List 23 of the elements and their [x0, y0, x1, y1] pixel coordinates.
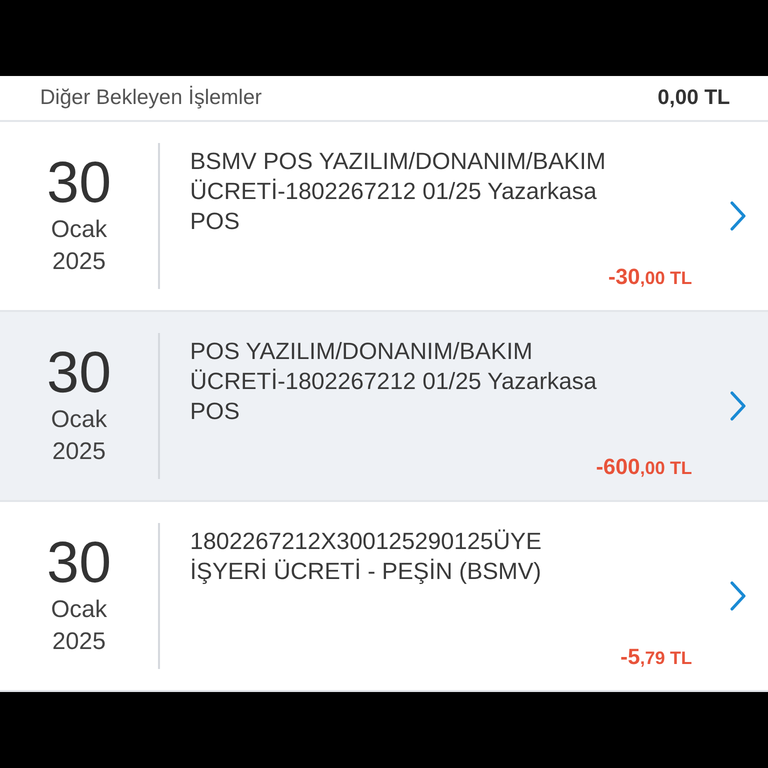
pending-label: Diğer Bekleyen İşlemler — [40, 86, 262, 110]
date-year: 2025 — [52, 247, 106, 278]
date-year: 2025 — [52, 627, 106, 658]
date-day: 30 — [46, 533, 112, 594]
transaction-description: POS YAZILIM/DONANIM/BAKIM ÜCRETİ-1802267212 01/25 Yazarkasa POS — [190, 337, 598, 426]
transaction-description: 1802267212X300125290125ÜYE İŞYERİ ÜCRETİ - PEŞİN (BSMV) — [190, 527, 543, 586]
date-year: 2025 — [52, 437, 106, 468]
date-month: Ocak — [50, 405, 107, 436]
date-day: 30 — [46, 343, 112, 404]
date-day: 30 — [46, 153, 112, 214]
transaction-amount: -30,00 TL — [608, 264, 692, 290]
transaction-row[interactable]: 30 Ocak 2025 BSMV POS YAZILIM/DONANIM/BAKIM ÜCRETİ-1802267212 01/25 Yazarkasa POS -30,00 TL — [0, 122, 768, 310]
chevron-right-icon — [730, 581, 746, 611]
transaction-amount: -5,79 TL — [620, 644, 692, 670]
transaction-amount: -600,00 TL — [596, 454, 692, 480]
chevron-right-icon — [730, 201, 746, 231]
date-month: Ocak — [50, 595, 107, 626]
pending-amount: 0,00 TL — [658, 86, 730, 110]
transaction-row[interactable]: 30 Ocak 2025 POS YAZILIM/DONANIM/BAKIM ÜCRETİ-1802267212 01/25 Yazarkasa POS -600,00 TL — [0, 312, 768, 500]
transaction-description: BSMV POS YAZILIM/DONANIM/BAKIM ÜCRETİ-1802267212 01/25 Yazarkasa POS — [190, 147, 607, 236]
transaction-row[interactable]: 30 Ocak 2025 1802267212X300125290125ÜYE İŞYERİ ÜCRETİ - PEŞİN (BSMV) -5,79 TL — [0, 502, 768, 690]
date-month: Ocak — [50, 215, 107, 246]
chevron-right-icon — [730, 391, 746, 421]
